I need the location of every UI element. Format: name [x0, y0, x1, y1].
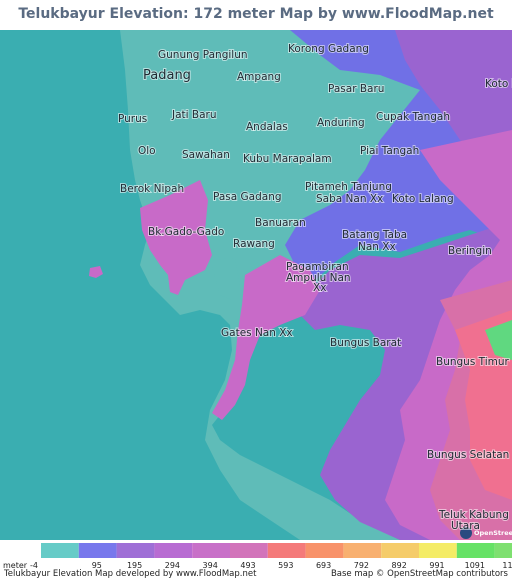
place-label: Bungus Barat	[330, 337, 401, 349]
place-label: Cupak Tangah	[376, 111, 450, 123]
place-label: Nan Xx	[358, 241, 396, 253]
legend-swatch	[230, 543, 268, 558]
footer-right-credit: Base map © OpenStreetMap contributors	[330, 569, 508, 579]
place-label: Pitameh Tanjung	[305, 181, 392, 193]
place-label: Batang Taba	[342, 229, 407, 241]
legend-swatch	[494, 543, 512, 558]
place-label: Purus	[118, 113, 147, 125]
place-label: Koto Lalang	[392, 193, 454, 205]
place-label: Rawang	[233, 238, 275, 250]
legend-swatch	[381, 543, 419, 558]
place-label: Anduring	[317, 117, 365, 129]
place-label: Pasa Gadang	[213, 191, 282, 203]
place-label: Berok Nipah	[120, 183, 184, 195]
legend-swatch	[192, 543, 230, 558]
place-label: Andalas	[246, 121, 288, 133]
place-label: Jati Baru	[171, 109, 217, 121]
legend-swatches	[41, 543, 512, 558]
place-label: Olo	[138, 145, 156, 157]
place-label: Gates Nan Xx	[221, 327, 293, 339]
elevation-map[interactable]: OpenStreetMap Gunung PangilunKorong Gada…	[0, 30, 512, 540]
place-label: Beringin	[448, 245, 492, 257]
legend-swatch	[305, 543, 344, 558]
place-label: Sawahan	[182, 149, 230, 161]
footer-left-credit: Telukbayur Elevation Map developed by ww…	[4, 569, 257, 579]
place-label: Utara	[451, 520, 480, 532]
place-label: Gunung Pangilun	[158, 49, 248, 61]
place-label: Banuaran	[255, 217, 306, 229]
legend-value: 593	[278, 561, 293, 570]
place-label: Ampang	[237, 71, 281, 83]
place-label: Pasar Baru	[328, 83, 384, 95]
legend-swatch	[154, 543, 193, 558]
legend-swatch	[116, 543, 155, 558]
place-label: Bungus Timur	[436, 356, 510, 368]
place-label: Korong Gadang	[288, 43, 369, 55]
legend-swatch	[41, 543, 79, 558]
place-label: Xx	[313, 282, 326, 294]
place-label: Koto L	[485, 78, 512, 90]
place-label: Piai Tangah	[360, 145, 419, 157]
legend-value: 693	[316, 561, 331, 570]
legend-swatch	[267, 543, 306, 558]
legend-swatch	[343, 543, 382, 558]
legend-swatch	[456, 543, 495, 558]
legend-swatch	[419, 543, 457, 558]
map-title: Telukbayur Elevation: 172 meter Map by w…	[18, 6, 494, 50]
place-label: Bk.Gado-Gado	[148, 226, 224, 238]
place-label: Kubu Marapalam	[243, 153, 332, 165]
place-label: Padang	[143, 68, 191, 83]
place-label: Saba Nan Xx	[316, 193, 383, 205]
legend-swatch	[78, 543, 117, 558]
map-canvas[interactable]: OpenStreetMap Gunung PangilunKorong Gada…	[0, 30, 512, 540]
place-label: Bungus Selatan	[427, 449, 509, 461]
